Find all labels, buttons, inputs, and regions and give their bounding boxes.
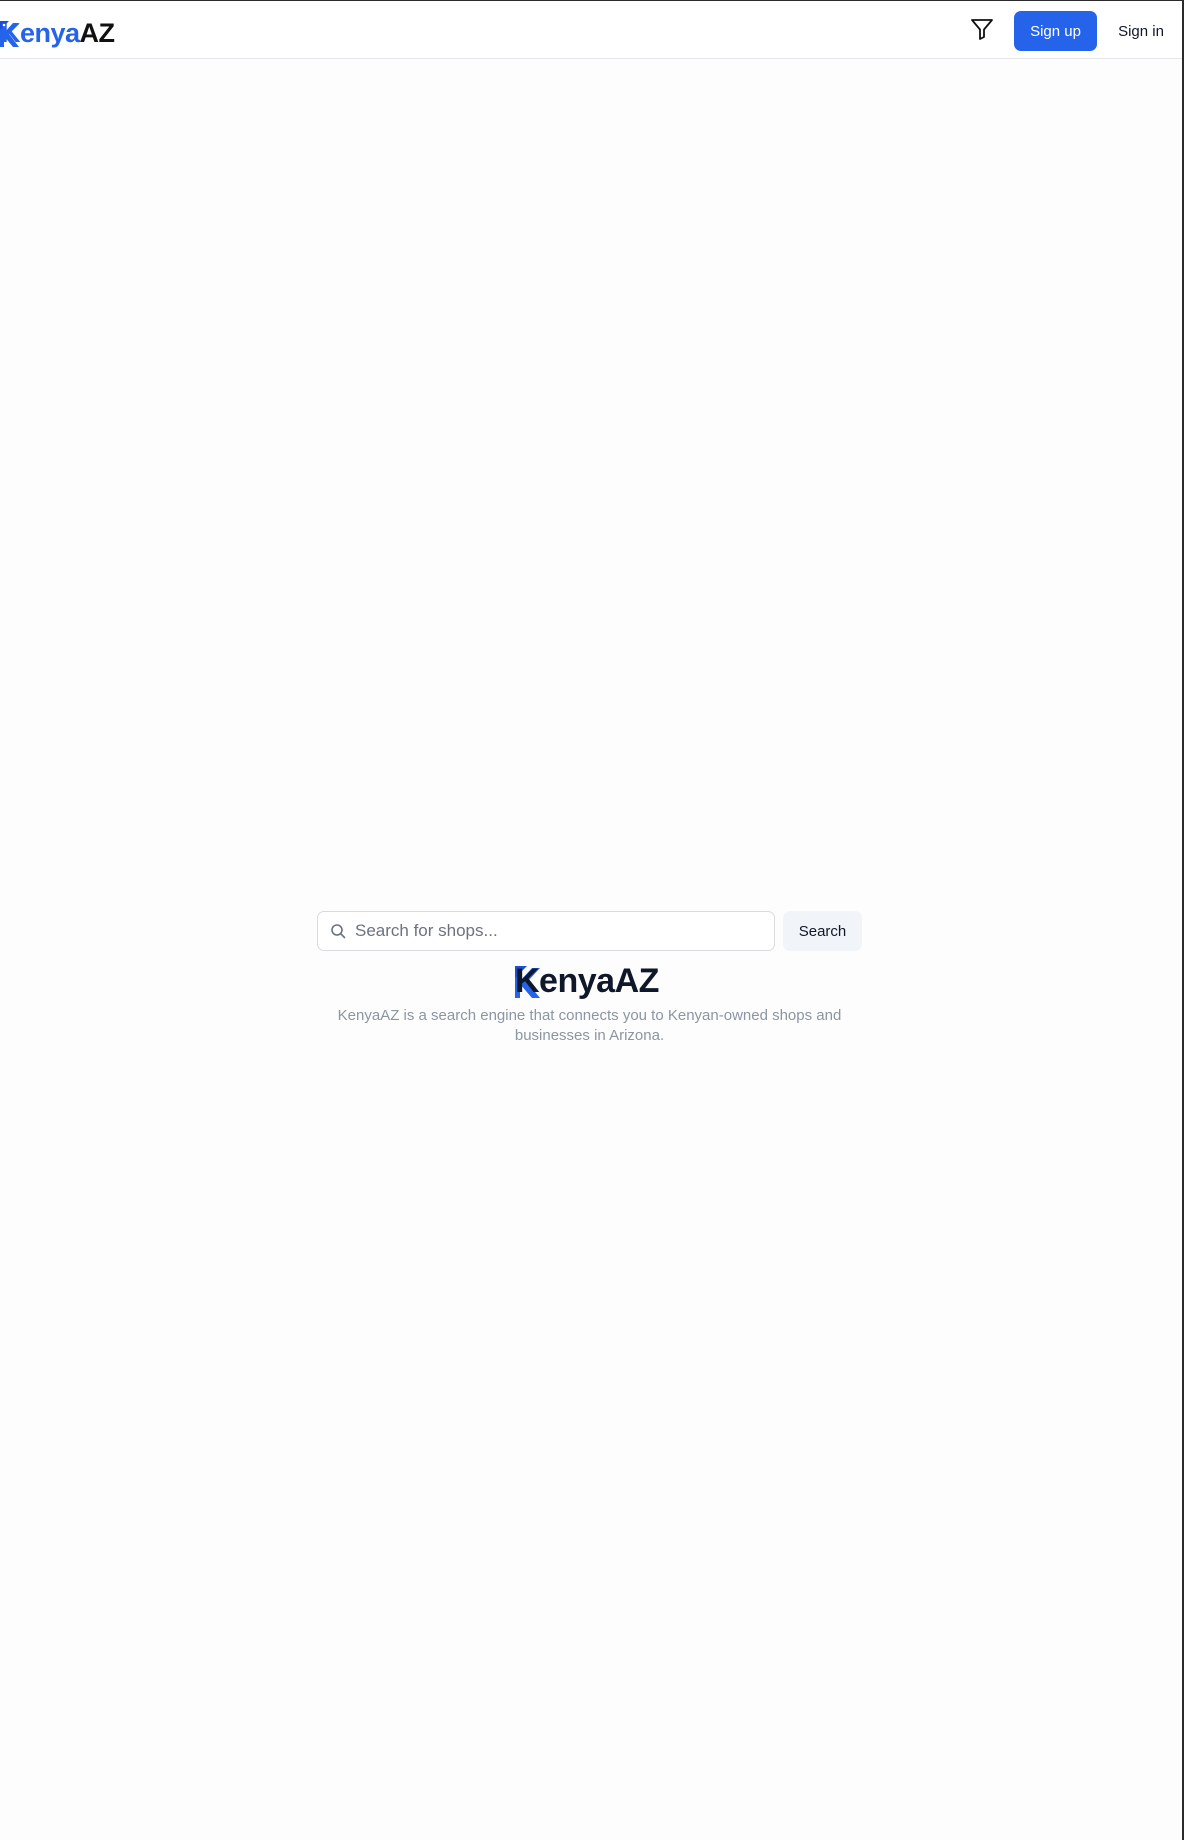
sign-in-button[interactable]: Sign in (1110, 11, 1172, 51)
logo-flag-mark-icon (0, 21, 20, 47)
logo-az-text: AZ (614, 962, 660, 1000)
header-logo[interactable]: Kenya AZ (0, 11, 115, 47)
search-field-container[interactable] (317, 911, 775, 951)
search-button[interactable]: Search (783, 911, 862, 951)
top-navbar: Kenya AZ Sign up Sign in (0, 1, 1182, 59)
filter-icon (970, 17, 994, 46)
search-input[interactable] (355, 921, 755, 941)
logo-kenya-text: Kenya (515, 962, 615, 1000)
logo-az-text: AZ (79, 18, 116, 48)
center-logo: Kenya AZ (515, 958, 659, 998)
sign-up-button[interactable]: Sign up (1014, 11, 1097, 51)
site-description: KenyaAZ is a search engine that connects… (337, 1007, 842, 1044)
filter-button[interactable] (966, 15, 998, 47)
search-bar: Search (317, 911, 862, 951)
search-icon (329, 922, 347, 940)
